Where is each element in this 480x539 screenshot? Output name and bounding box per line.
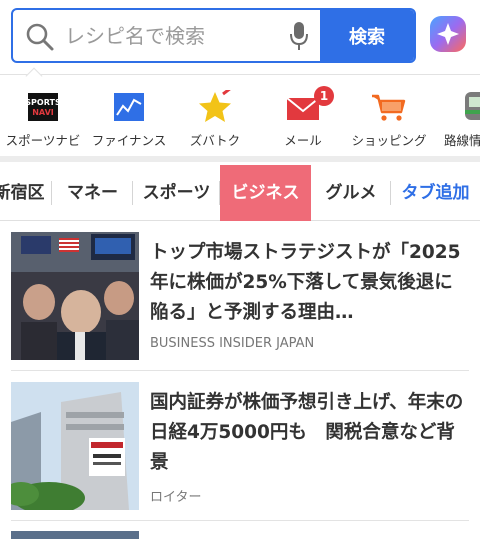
service-label: メール <box>284 133 322 148</box>
news-article[interactable]: トップ市場ストラテジストが「2025年に株価が25%下落して景気後退に陥る」と予… <box>11 232 469 362</box>
service-label: ズバトク <box>189 133 241 148</box>
article-divider <box>11 520 469 521</box>
next-article-thumbnail <box>11 531 139 539</box>
article-title: トップ市場ストラテジストが「2025年に株価が25%下落して景気後退に陥る」と予… <box>150 242 461 323</box>
search-icon <box>26 23 54 51</box>
service-shortcuts: SPORTS NAVI スポーツナビ ファイナンス ズバトク 1 メール ショッ… <box>0 82 480 152</box>
svg-text:SPORTS: SPORTS <box>25 98 61 107</box>
service-label: 路線情 <box>444 133 480 148</box>
section-divider <box>0 156 480 162</box>
news-article[interactable]: 国内証券が株価予想引き上げ、年末の日経4万5000円も 関税合意など背景 ロイタ… <box>11 382 469 512</box>
service-mail[interactable]: 1 メール <box>258 82 348 152</box>
article-thumbnail <box>11 232 139 360</box>
tab-business[interactable]: ビジネス <box>220 165 311 221</box>
search-input[interactable] <box>65 10 275 61</box>
ai-assistant-icon[interactable] <box>428 14 468 54</box>
service-label: ショッピング <box>351 133 427 148</box>
search-bar: 検索 <box>11 8 416 63</box>
star-icon <box>199 90 231 122</box>
article-source: BUSINESS INSIDER JAPAN <box>150 336 315 351</box>
service-label: スポーツナビ <box>5 133 81 148</box>
svg-text:NAVI: NAVI <box>32 108 54 117</box>
service-zubatoku[interactable]: ズバトク <box>170 82 260 152</box>
service-label: ファイナンス <box>91 133 167 148</box>
article-title: 国内証券が株価予想引き上げ、年末の日経4万5000円も 関税合意など背景 <box>150 392 464 473</box>
train-icon <box>465 92 480 120</box>
microphone-icon[interactable] <box>289 21 309 51</box>
sportsnavi-logo-icon: SPORTS NAVI <box>25 93 61 121</box>
tab-money[interactable]: マネー <box>52 165 133 221</box>
finance-chart-icon <box>114 93 144 121</box>
tab-gourmet[interactable]: グルメ <box>311 165 391 221</box>
category-tabs: 新宿区 マネー スポーツ ビジネス グルメ タブ追加 <box>0 165 480 221</box>
search-button[interactable]: 検索 <box>320 10 414 61</box>
tab-area[interactable]: 新宿区 <box>0 165 52 221</box>
article-thumbnail <box>11 382 139 510</box>
mail-unread-badge: 1 <box>314 86 334 106</box>
cart-icon <box>372 94 406 121</box>
service-shopping[interactable]: ショッピング <box>344 82 434 152</box>
article-divider <box>11 370 469 371</box>
tab-sports[interactable]: スポーツ <box>133 165 220 221</box>
service-transit[interactable]: 路線情 <box>432 82 480 152</box>
service-finance[interactable]: ファイナンス <box>84 82 174 152</box>
service-sportsnavi[interactable]: SPORTS NAVI スポーツナビ <box>0 82 88 152</box>
tab-add-button[interactable]: タブ追加 <box>391 165 480 221</box>
header-divider <box>0 74 480 75</box>
article-source: ロイター <box>150 490 202 505</box>
